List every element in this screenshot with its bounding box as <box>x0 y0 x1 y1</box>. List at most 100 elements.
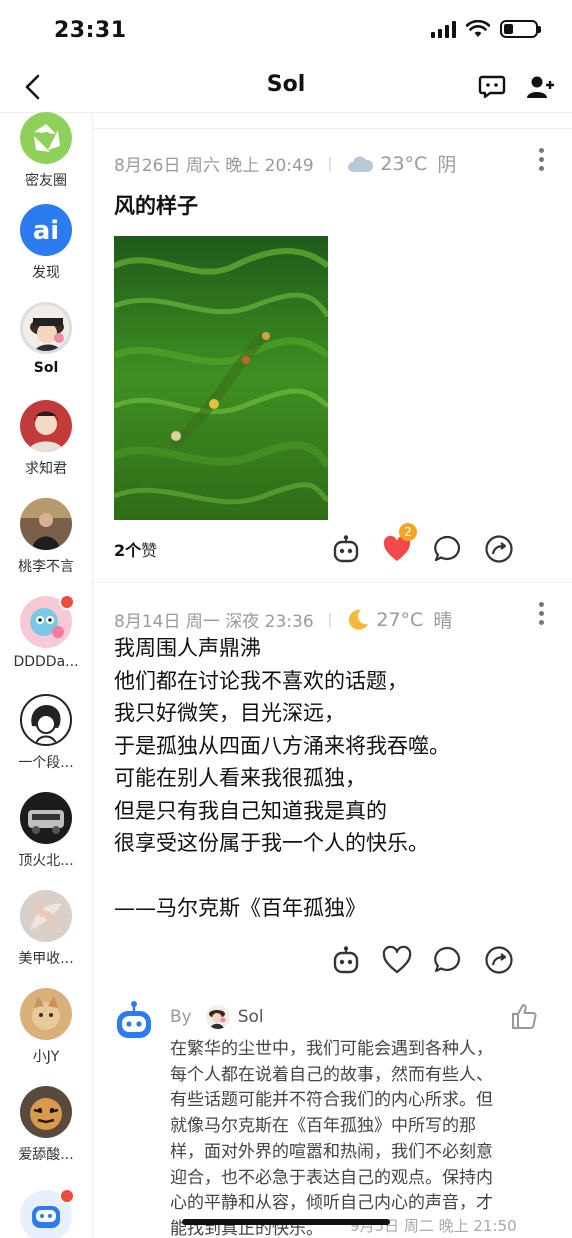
home-indicator[interactable] <box>182 1219 390 1225</box>
sidebar-item-taolibuyan[interactable]: 桃李不言 <box>0 498 92 576</box>
post-line: 我只好微笑，目光深远， <box>114 701 345 725</box>
comment-line: 样，面对外界的喧嚣和热闹，我们不必刻意 <box>170 1141 493 1162</box>
feed: 8月26日 周六 晚上 20:49 | 23°C 阴 风的样子 2个赞 2 8月… <box>92 112 572 1238</box>
sidebar-item-meijiashou[interactable]: 美甲收... <box>0 890 92 968</box>
status-time: 23:31 <box>54 18 127 43</box>
sidebar-item-yigeduan[interactable]: 一个段... <box>0 694 92 772</box>
moon-icon <box>349 609 369 630</box>
unread-dot <box>59 594 75 610</box>
sidebar-item-label: 求知君 <box>25 461 67 477</box>
like-badge: 2 <box>399 523 417 541</box>
avatar <box>20 694 72 746</box>
sidebar-item-dddda[interactable]: DDDDa... <box>0 594 92 670</box>
avatar <box>20 792 72 844</box>
comment-line: 有些话题可能并不符合我们的内心所求。但 <box>170 1090 493 1111</box>
post-line: 但是只有我自己知道我是真的 <box>114 798 387 823</box>
sidebar-item-label: 美甲收... <box>18 951 74 967</box>
comment-line: 每个人都在说着自己的故事，然而有些人、 <box>170 1064 493 1085</box>
post-line: 可能在别人看来我很孤独， <box>114 766 366 790</box>
heart-outline-icon[interactable] <box>382 945 412 975</box>
avatar <box>205 1005 230 1029</box>
ai-robot-icon[interactable] <box>331 534 361 564</box>
avatar <box>20 988 72 1040</box>
post-line <box>114 860 450 893</box>
sidebar-item-label: 小JY <box>32 1049 60 1065</box>
avatar <box>20 400 72 452</box>
sidebar-item-discover[interactable]: ai 发现 <box>0 204 92 282</box>
post-line: 很享受这份属于我一个人的快乐。 <box>114 831 429 855</box>
divider <box>92 582 572 583</box>
post-line: 他们都在讨论我不喜欢的话题， <box>114 668 408 693</box>
avatar <box>20 498 72 550</box>
sidebar-item-label: 发现 <box>32 265 60 281</box>
battery-icon <box>500 20 541 38</box>
sidebar-item-aitiansuan[interactable]: 爱舔酸... <box>0 1086 92 1164</box>
signal-icon <box>431 20 456 38</box>
post-line: ——马尔克斯《百年孤独》 <box>114 896 366 920</box>
sidebar-item-label: 爱舔酸... <box>18 1147 74 1163</box>
avatar <box>20 890 72 942</box>
ai-robot-avatar-icon <box>117 1001 151 1038</box>
post-meta: 8月14日 周一 深夜 23:36 | 27°C 晴 <box>114 606 452 633</box>
post-body: 我周围人声鼎沸 他们都在讨论我不喜欢的话题， 我只好微笑，目光深远， 于是孤独从… <box>114 632 450 925</box>
post-actions: 2 <box>331 523 535 564</box>
divider <box>92 128 572 129</box>
sidebar-item-label: 桃李不言 <box>18 559 74 575</box>
comment-line: 在繁华的尘世中，我们可能会遇到各种人， <box>170 1039 493 1059</box>
thumbs-up-icon[interactable] <box>510 1002 538 1030</box>
comment-icon[interactable] <box>433 534 463 564</box>
ai-robot-icon[interactable] <box>331 945 361 975</box>
comment-line: 就像马尔克斯在《百年孤独》中所写的那 <box>170 1116 476 1137</box>
sidebar-item-sol[interactable]: Sol <box>0 302 92 376</box>
comment-icon[interactable] <box>433 945 463 975</box>
post-line: 我周围人声鼎沸 <box>114 636 261 660</box>
status-icons <box>431 20 541 38</box>
temperature: 23°C <box>380 152 428 175</box>
comment-text: 在繁华的尘世中，我们可能会遇到各种人， 每个人都在说着自己的故事，然而有些人、 … <box>170 1037 530 1238</box>
unread-dot <box>59 1188 75 1204</box>
temperature: 27°C <box>376 608 424 631</box>
share-icon[interactable] <box>484 534 514 564</box>
more-options-icon[interactable] <box>538 148 544 172</box>
add-user-icon[interactable] <box>526 74 554 100</box>
post-line: 于是孤独从四面八方涌来将我吞噬。 <box>114 733 450 758</box>
close-friends-icon <box>20 112 72 164</box>
avatar <box>20 302 72 354</box>
post-meta: 8月26日 周六 晚上 20:49 | 23°C 阴 <box>114 150 456 177</box>
ai-discover-icon: ai <box>20 204 72 256</box>
post-actions <box>331 945 535 975</box>
status-bar: 23:31 <box>0 0 572 62</box>
sidebar-item-dinghuobei[interactable]: 顶火北... <box>0 792 92 870</box>
share-icon[interactable] <box>484 945 514 975</box>
sidebar-item-label: 一个段... <box>18 755 74 771</box>
chat-bubble-icon[interactable] <box>478 74 506 100</box>
weather-label: 晴 <box>433 610 453 632</box>
sidebar-item-qiuzhijun[interactable]: 求知君 <box>0 400 92 478</box>
nav-bar: Sol <box>0 62 572 113</box>
post-date: 8月14日 周一 深夜 23:36 <box>114 612 314 632</box>
like-count: 2个赞 <box>114 541 158 560</box>
post-title: 风的样子 <box>114 194 198 218</box>
cloud-icon <box>348 155 374 172</box>
wifi-icon <box>466 20 490 37</box>
sidebar-item-xiaojy[interactable]: 小JY <box>0 988 92 1066</box>
comment-byline: By Sol <box>170 1005 264 1029</box>
comment-author: Sol <box>237 1007 264 1027</box>
post-image[interactable] <box>114 236 328 520</box>
sidebar-item-label: Sol <box>33 360 59 376</box>
sidebar-item-label: 顶火北... <box>18 853 74 869</box>
sidebar-item-robot[interactable] <box>0 1188 92 1238</box>
comment-line: 迎合，也不必急于表达自己的观点。保持内 <box>170 1167 493 1188</box>
sidebar-item-label: DDDDa... <box>13 654 79 670</box>
sidebar-item-close-friends[interactable]: 密友圈 <box>0 112 92 190</box>
heart-icon[interactable]: 2 <box>382 523 417 564</box>
sidebar: 密友圈 ai 发现 Sol 求知君 桃李不言 DDDDa... 一个段... 顶… <box>0 112 93 1238</box>
post-date: 8月26日 周六 晚上 20:49 <box>114 156 314 176</box>
weather-label: 阴 <box>437 154 457 176</box>
svg-text:ai: ai <box>33 216 59 246</box>
by-label: By <box>170 1007 192 1027</box>
more-options-icon[interactable] <box>538 602 544 626</box>
avatar <box>20 1086 72 1138</box>
sidebar-item-label: 密友圈 <box>25 173 67 189</box>
comment-line: 心的平静和从容，倾听自己内心的声音，才 <box>170 1193 493 1214</box>
